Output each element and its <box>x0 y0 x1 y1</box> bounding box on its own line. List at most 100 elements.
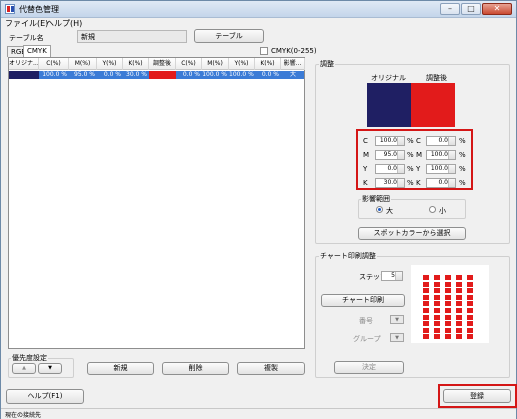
chart-grid-cell <box>423 314 429 320</box>
help-button[interactable]: ヘルプ(F1) <box>6 389 84 404</box>
channel-label: K <box>416 179 421 187</box>
chart-grid-cell <box>467 294 473 300</box>
chart-grid-cell <box>445 334 451 339</box>
decide-button[interactable]: 決定 <box>334 361 404 374</box>
adjusted-m-spinner[interactable]: 100.0 <box>426 150 456 160</box>
cell-k1: 30.0 % <box>126 71 147 78</box>
chart-grid-cell <box>423 301 429 306</box>
priority-down-button[interactable]: ▼ <box>38 363 62 374</box>
number-label: 番号 <box>359 317 373 325</box>
cell-m1: 95.0 % <box>74 71 95 78</box>
adjusted-label: 調整後 <box>426 74 447 82</box>
percent-label: % <box>459 137 466 145</box>
col-m2[interactable]: M(%) <box>202 58 229 70</box>
menu-file[interactable]: ファイル(E) <box>5 18 48 29</box>
col-k2[interactable]: K(%) <box>255 58 281 70</box>
chart-grid-cell <box>423 294 429 300</box>
adjusted-y-spinner[interactable]: 100.0 <box>426 164 456 174</box>
effect-small-radio[interactable] <box>429 206 436 213</box>
menu-help[interactable]: ヘルプ(H) <box>46 18 82 29</box>
effect-range-title: 影響範囲 <box>361 194 391 204</box>
chart-grid-cell <box>423 321 429 326</box>
status-bar: 現在の接続先 <box>1 408 516 419</box>
close-button[interactable]: ✕ <box>482 3 512 15</box>
original-y-spinner[interactable]: 0.0 <box>375 164 405 174</box>
chart-grid-cell <box>467 334 473 339</box>
copy-button[interactable]: 複製 <box>237 362 305 375</box>
adjusted-k-spinner[interactable]: 0.0 <box>426 178 456 188</box>
chart-grid-cell <box>467 314 473 320</box>
priority-label: 優先度設定 <box>11 353 48 363</box>
percent-label: % <box>459 151 466 159</box>
chart-grid-cell <box>445 321 451 326</box>
cell-c1: 100.0 % <box>42 71 67 78</box>
percent-label: % <box>407 179 414 187</box>
tab-cmyk[interactable]: CMYK <box>23 45 51 57</box>
col-k1[interactable]: K(%) <box>123 58 149 70</box>
chart-grid-cell <box>467 275 473 280</box>
adjust-title: 調整 <box>319 59 335 69</box>
minimize-button[interactable]: – <box>440 3 460 15</box>
delete-button[interactable]: 削除 <box>162 362 229 375</box>
original-c-spinner[interactable]: 100.0 <box>375 136 405 146</box>
col-y1[interactable]: Y(%) <box>97 58 123 70</box>
original-k-spinner[interactable]: 30.0 <box>375 178 405 188</box>
col-m1[interactable]: M(%) <box>69 58 97 70</box>
chart-grid-cell <box>423 288 429 293</box>
original-label: オリジナル <box>371 74 406 82</box>
chart-grid-cell <box>434 281 440 287</box>
channel-label: M <box>363 151 370 159</box>
adjusted-c-spinner[interactable]: 0.0 <box>426 136 456 146</box>
cmyk-range-label: CMYK(0-255) <box>271 47 317 55</box>
window-title: 代替色管理 <box>19 5 59 14</box>
chart-grid-cell <box>423 281 429 287</box>
channel-label: M <box>416 151 423 159</box>
table-row[interactable]: 100.0 % 95.0 % 0.0 % 30.0 % 0.0 % 100.0 … <box>9 71 304 79</box>
chart-grid-cell <box>456 321 462 326</box>
chart-grid-cell <box>434 308 440 313</box>
chart-grid-cell <box>434 314 440 320</box>
table-button[interactable]: テーブル <box>194 29 264 43</box>
channel-label: C <box>363 137 368 145</box>
chart-grid-cell <box>467 327 473 333</box>
color-list-table[interactable]: オリジナ... C(%) M(%) Y(%) K(%) 調整後 C(%) M(%… <box>8 57 305 349</box>
chart-grid-cell <box>445 314 451 320</box>
col-adjusted[interactable]: 調整後 <box>149 58 176 70</box>
new-button[interactable]: 新規 <box>87 362 154 375</box>
chart-grid-cell <box>423 334 429 339</box>
group-label: グループ <box>353 335 381 343</box>
number-dropdown[interactable]: ▼ <box>390 315 404 324</box>
original-color-cell <box>9 71 39 79</box>
col-c2[interactable]: C(%) <box>176 58 202 70</box>
original-m-spinner[interactable]: 95.0 <box>375 150 405 160</box>
chart-grid-cell <box>467 308 473 313</box>
channel-label: C <box>416 137 421 145</box>
chart-print-button[interactable]: チャート印刷 <box>321 294 405 307</box>
spot-color-button[interactable]: スポットカラーから選択 <box>358 227 466 240</box>
maximize-button[interactable]: □ <box>461 3 481 15</box>
priority-up-button[interactable]: ▲ <box>12 363 36 374</box>
group-dropdown[interactable]: ▼ <box>390 333 404 342</box>
step-spinner[interactable]: 5 <box>381 271 403 281</box>
table-name-label: テーブル名 <box>9 34 44 42</box>
col-effect[interactable]: 影響... <box>281 58 305 70</box>
col-c1[interactable]: C(%) <box>39 58 69 70</box>
app-icon <box>5 4 15 14</box>
effect-small-label: 小 <box>439 207 446 215</box>
chart-grid-cell <box>445 308 451 313</box>
chart-grid-cell <box>434 334 440 339</box>
register-button[interactable]: 登録 <box>443 389 511 403</box>
cell-y1: 0.0 % <box>103 71 121 78</box>
title-bar: 代替色管理 – □ ✕ <box>1 1 516 18</box>
status-text: 現在の接続先 <box>5 412 42 419</box>
percent-label: % <box>407 137 414 145</box>
chart-grid-cell <box>467 288 473 293</box>
table-name-field[interactable]: 新規 <box>77 30 187 43</box>
col-original[interactable]: オリジナ... <box>9 58 39 70</box>
chart-grid-cell <box>445 327 451 333</box>
col-y2[interactable]: Y(%) <box>229 58 255 70</box>
effect-large-label: 大 <box>386 207 393 215</box>
cmyk-range-checkbox[interactable] <box>260 47 268 55</box>
cell-effect: 大 <box>289 71 296 78</box>
effect-large-radio[interactable] <box>376 206 383 213</box>
